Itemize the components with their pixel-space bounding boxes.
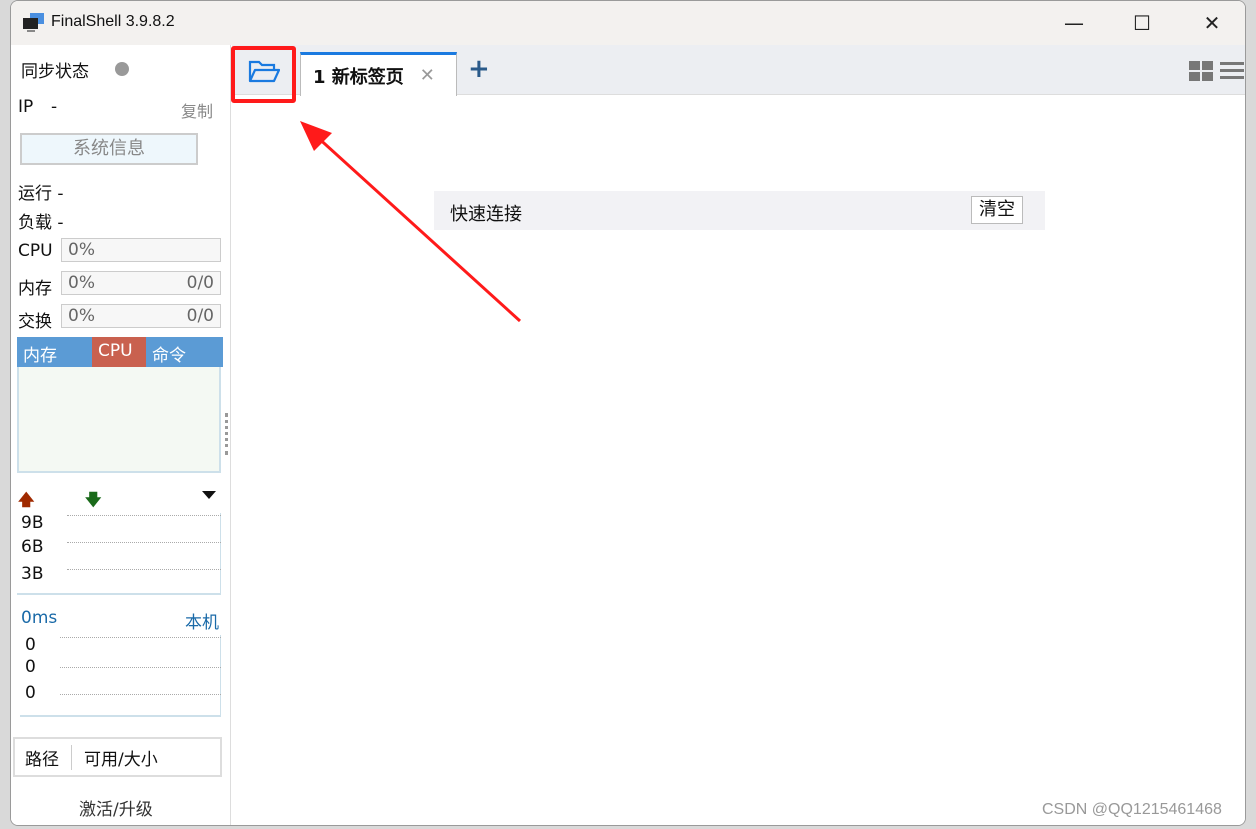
swap-usage-bar: 0% 0/0 [61,304,221,328]
net-tick: 3B [21,564,44,584]
memory-usage-bar: 0% 0/0 [61,271,221,295]
app-logo-icon [23,13,44,32]
upload-arrow-icon: 🡅 [18,490,35,509]
network-interface-dropdown-icon[interactable] [202,491,216,499]
latency-host[interactable]: 本机 [185,608,219,633]
download-arrow-icon: 🡇 [85,490,102,509]
column-path[interactable]: 路径 [15,744,72,770]
sync-status-label: 同步状态 [21,62,89,82]
process-list[interactable] [17,367,221,473]
system-info-button[interactable]: 系统信息 [20,133,198,165]
network-chart: 9B 6B 3B [17,513,221,595]
tab-memory[interactable]: 内存 [17,337,92,367]
add-tab-button[interactable]: + [468,54,490,84]
sync-status-indicator-icon [115,62,129,76]
latency-tick: 0 [25,683,36,703]
uptime-label: 运行 - [18,184,64,204]
maximize-button[interactable]: ☐ [1119,7,1165,39]
process-tabs: 内存 CPU 命令 [17,337,223,367]
app-window: FinalShell 3.9.8.2 — ☐ ✕ 同步状态 IP - 复制 系统… [10,0,1246,826]
load-label: 负载 - [18,213,64,233]
disk-table-header: 路径 可用/大小 [13,737,222,777]
ip-value: - [51,97,58,117]
annotation-arrow-icon [300,121,522,323]
copy-ip-button[interactable]: 复制 [181,98,213,122]
column-available-size[interactable]: 可用/大小 [72,745,158,770]
net-tick: 6B [21,537,44,557]
memory-label: 内存 [18,279,52,299]
tab-command[interactable]: 命令 [146,337,223,367]
cpu-label: CPU [18,241,53,261]
window-title: FinalShell 3.9.8.2 [51,13,175,30]
tab-cpu[interactable]: CPU [92,337,146,367]
cpu-usage-bar: 0% [61,238,221,262]
latency-chart: 0 0 0 [20,635,221,717]
latency-value: 0ms [21,608,58,628]
grid-view-icon[interactable] [1188,60,1214,82]
net-tick: 9B [21,513,44,533]
tab-label: 1 新标签页 [313,66,404,88]
main-area: 1 新标签页 ✕ + 快速连接 清空 CSDN @QQ1215461468 [231,45,1245,825]
title-bar: FinalShell 3.9.8.2 — ☐ ✕ [11,1,1245,45]
minimize-button[interactable]: — [1051,7,1097,39]
clear-button[interactable]: 清空 [971,196,1023,224]
watermark: CSDN @QQ1215461468 [1042,801,1222,818]
tab-bar: 1 新标签页 ✕ + [231,45,1245,103]
tab-new-tab[interactable]: 1 新标签页 ✕ [300,52,457,96]
close-tab-icon[interactable]: ✕ [420,65,435,86]
highlight-box [231,46,296,103]
latency-tick: 0 [25,657,36,677]
activate-upgrade-link[interactable]: 激活/升级 [79,795,153,820]
close-button[interactable]: ✕ [1189,7,1235,39]
sidebar-resize-handle[interactable] [225,413,228,455]
latency-tick: 0 [25,635,36,655]
ip-label: IP [18,97,34,117]
menu-icon[interactable] [1219,61,1245,81]
swap-label: 交换 [18,312,52,332]
sidebar: 同步状态 IP - 复制 系统信息 运行 - 负载 - CPU 0% 内存 0%… [11,45,231,825]
quick-connect-bar: 快速连接 清空 [434,191,1045,230]
